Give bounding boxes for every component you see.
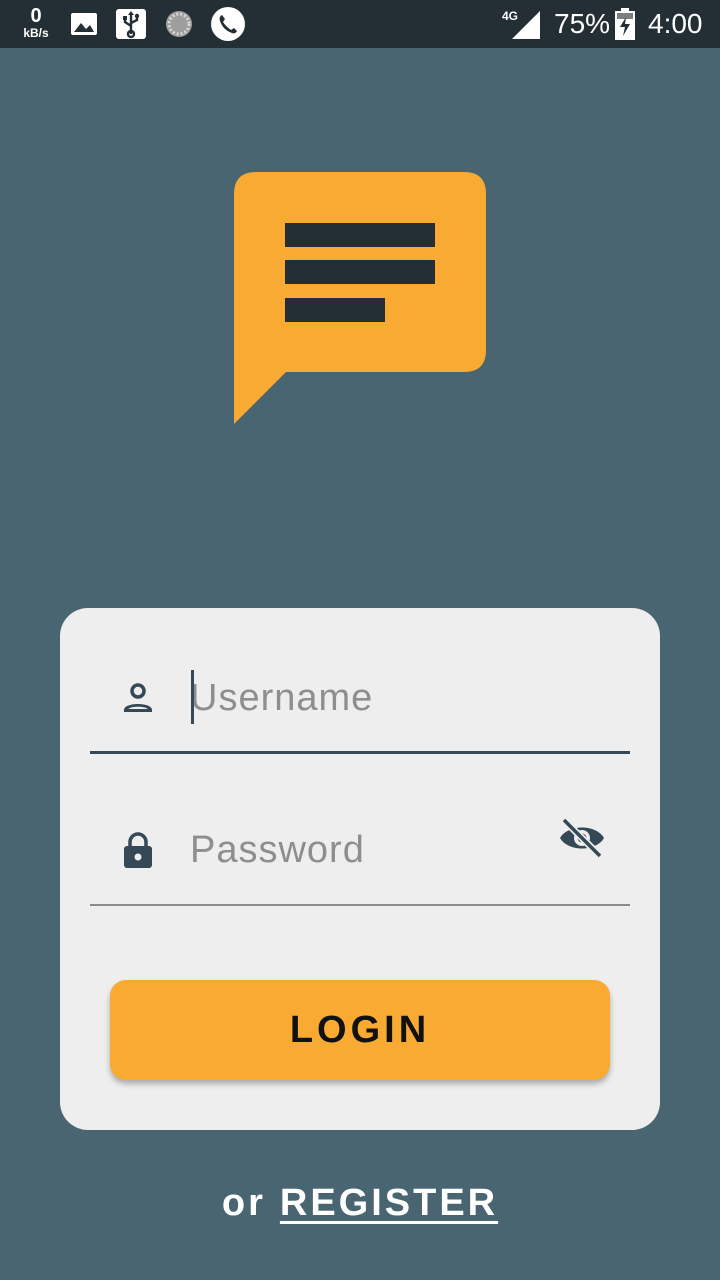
password-field[interactable] [90, 796, 630, 906]
login-card: LOGIN [60, 608, 660, 1130]
network-speed-value: 0 [30, 5, 42, 27]
sync-icon [166, 11, 192, 37]
status-bar: 0 kB/s 4G 75% 4:00 [0, 0, 720, 48]
register-link[interactable]: REGISTER [280, 1182, 498, 1224]
password-underline [90, 904, 630, 906]
chat-bubble-icon [234, 172, 486, 424]
usb-icon [116, 9, 146, 39]
login-button[interactable]: LOGIN [110, 980, 610, 1080]
register-prompt: or REGISTER [0, 1182, 720, 1225]
lock-icon [124, 832, 152, 868]
signal-icon [512, 11, 540, 39]
username-field[interactable] [90, 644, 630, 754]
register-prefix: or [221, 1182, 266, 1224]
person-icon [124, 683, 152, 712]
network-speed-unit: kB/s [23, 26, 49, 40]
password-input[interactable] [190, 820, 550, 880]
clock: 4:00 [648, 8, 703, 39]
cellular-signal: 4G [502, 9, 540, 39]
battery-charging-icon [615, 8, 635, 40]
username-input[interactable] [190, 668, 550, 728]
image-icon [71, 13, 97, 35]
text-cursor [191, 670, 194, 724]
phone-icon [211, 7, 245, 41]
username-underline [90, 751, 630, 754]
battery-percent: 75% [554, 8, 611, 39]
network-speed: 0 kB/s [18, 6, 54, 39]
eye-off-icon[interactable] [558, 816, 606, 860]
